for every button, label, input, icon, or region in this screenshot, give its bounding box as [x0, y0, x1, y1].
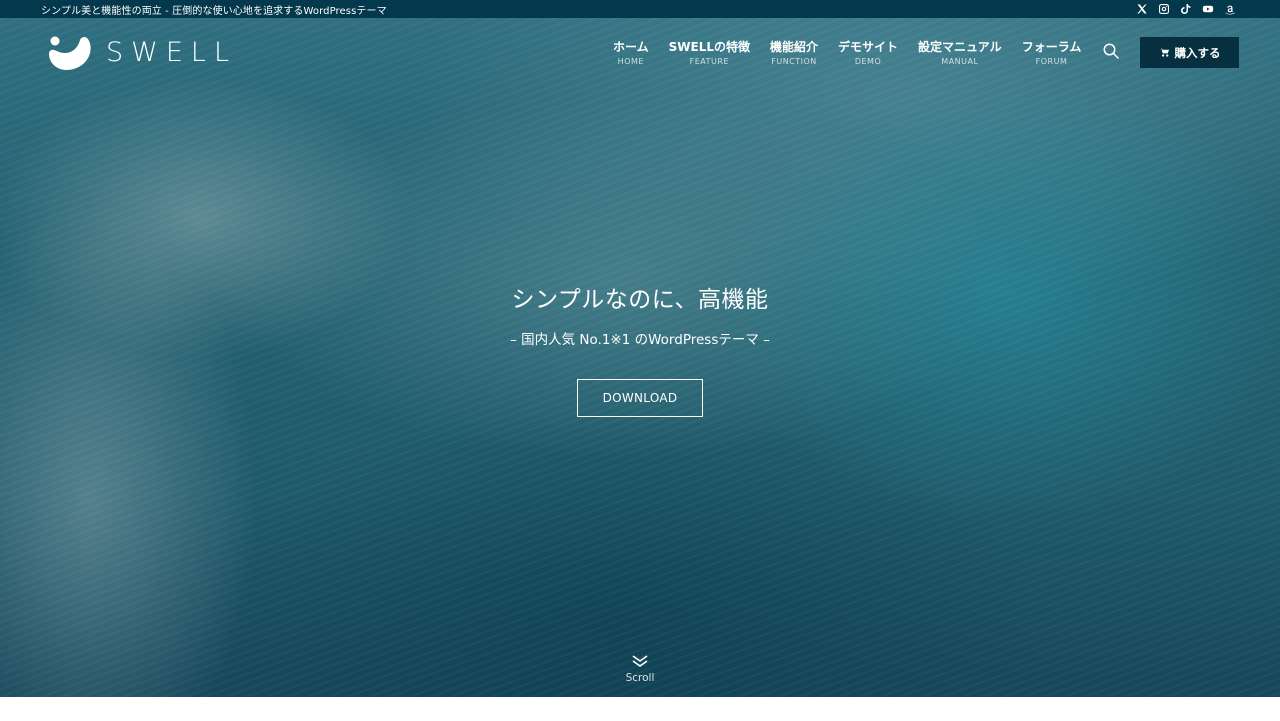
nav-item-feature[interactable]: SWELLの特徴 FEATURE: [659, 40, 760, 66]
nav-item-demo[interactable]: デモサイト DEMO: [828, 40, 908, 66]
site-logo[interactable]: SWELL: [46, 34, 237, 71]
download-button[interactable]: DOWNLOAD: [577, 379, 703, 417]
amazon-icon[interactable]: [1223, 3, 1236, 16]
nav-item-forum[interactable]: フォーラム FORUM: [1012, 40, 1092, 66]
social-links: [1135, 3, 1236, 16]
buy-label: 購入する: [1174, 45, 1221, 60]
hero-background: [0, 18, 1280, 697]
hero-copy: シンプルなのに、高機能 – 国内人気 No.1※1 のWordPressテーマ …: [0, 280, 1280, 348]
hero-sub-copy: – 国内人気 No.1※1 のWordPressテーマ –: [510, 332, 770, 348]
search-icon[interactable]: [1102, 42, 1120, 60]
nav-sublabel: DEMO: [854, 57, 882, 66]
logo-text: SWELL: [106, 37, 237, 68]
nav-sublabel: FUNCTION: [771, 57, 817, 66]
nav-label: 設定マニュアル: [918, 40, 1002, 54]
nav-sublabel: FORUM: [1035, 57, 1068, 66]
scroll-label: Scroll: [625, 672, 655, 684]
nav-item-manual[interactable]: 設定マニュアル MANUAL: [908, 40, 1012, 66]
cart-icon: [1158, 48, 1169, 57]
nav-sublabel: MANUAL: [941, 57, 979, 66]
site-tagline: シンプル美と機能性の両立 - 圧倒的な使い心地を追求するWordPressテーマ: [41, 5, 387, 17]
nav-item-home[interactable]: ホーム HOME: [603, 40, 659, 66]
nav-item-function[interactable]: 機能紹介 FUNCTION: [760, 40, 828, 66]
youtube-icon[interactable]: [1201, 3, 1214, 16]
nav-label: デモサイト: [838, 40, 899, 54]
chevron-double-down-icon: [632, 655, 648, 667]
tiktok-icon[interactable]: [1179, 3, 1192, 16]
nav-label: ホーム: [613, 40, 649, 54]
instagram-icon[interactable]: [1157, 3, 1170, 16]
buy-button[interactable]: 購入する: [1140, 37, 1239, 68]
top-bar: シンプル美と機能性の両立 - 圧倒的な使い心地を追求するWordPressテーマ: [0, 0, 1280, 18]
swell-logo-icon: [49, 36, 91, 70]
nav-sublabel: FEATURE: [689, 57, 730, 66]
nav-label: SWELLの特徴: [668, 40, 751, 54]
nav-label: フォーラム: [1021, 40, 1082, 54]
nav-label: 機能紹介: [770, 40, 819, 54]
global-nav: ホーム HOME SWELLの特徴 FEATURE 機能紹介 FUNCTION …: [603, 40, 1091, 66]
hero-main-copy: シンプルなのに、高機能: [511, 287, 769, 313]
site-header: SWELL ホーム HOME SWELLの特徴 FEATURE 機能紹介 FUN…: [0, 18, 1280, 86]
nav-sublabel: HOME: [617, 57, 644, 66]
scroll-indicator[interactable]: Scroll: [616, 653, 664, 684]
x-icon[interactable]: [1135, 3, 1148, 16]
